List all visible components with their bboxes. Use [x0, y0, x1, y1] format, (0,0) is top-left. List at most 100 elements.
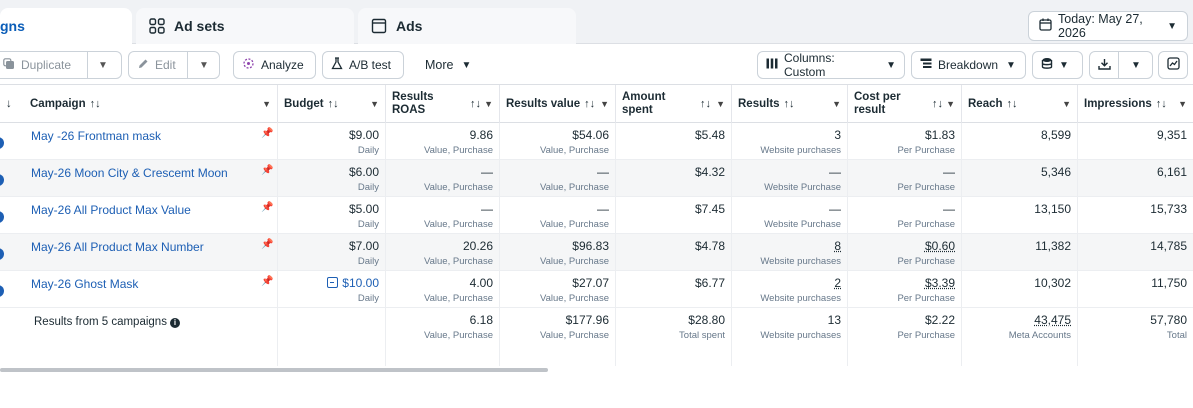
budget-cell[interactable]: $10.00 Daily	[278, 271, 386, 308]
pin-icon[interactable]: 📌	[261, 202, 273, 213]
value-cell: — Value, Purchase	[500, 160, 616, 197]
results-cell: — Website Purchase	[732, 197, 848, 234]
chart-toggle-button[interactable]	[1158, 51, 1188, 79]
duplicate-caret-icon[interactable]: ▼	[98, 60, 108, 71]
summary-reach-value[interactable]: 43,475	[968, 312, 1071, 328]
budget-value: $6.00	[348, 165, 379, 179]
calendar-icon	[1039, 18, 1052, 34]
columns-label: Columns: Custom	[784, 51, 835, 79]
cpr-value[interactable]: $0.60	[854, 238, 955, 254]
export-caret-icon[interactable]: ▼	[1131, 60, 1141, 71]
impressions-value: 15,733	[1150, 202, 1187, 216]
budget-cell[interactable]: $7.00 Daily	[278, 234, 386, 271]
info-icon[interactable]: i	[169, 318, 180, 328]
budget-cell[interactable]: $9.00 Daily	[278, 123, 386, 160]
header-amount-spent[interactable]: Amount spent ↑↓ ▼	[616, 85, 732, 123]
budget-sub: Daily	[357, 182, 379, 193]
campaign-name-cell: May-26 Ghost Mask 📌	[0, 271, 278, 308]
pin-icon[interactable]: 📌	[261, 128, 273, 139]
reports-button[interactable]: ▼	[1032, 51, 1083, 79]
duplicate-button[interactable]: Duplicate ▼	[0, 51, 122, 79]
cpr-value: —	[943, 202, 955, 216]
pin-icon[interactable]: 📌	[261, 239, 273, 250]
status-toggle[interactable]	[0, 137, 4, 149]
budget-cell[interactable]: $5.00 Daily	[278, 197, 386, 234]
budget-cell[interactable]: $6.00 Daily	[278, 160, 386, 197]
results-count[interactable]: 8	[738, 238, 841, 254]
results-count: —	[829, 165, 841, 179]
breakdown-button[interactable]: Breakdown ▼	[911, 51, 1026, 79]
header-cost-per-result[interactable]: Cost per result ↑↓ ▼	[848, 85, 962, 123]
header-impressions[interactable]: Impressions ↑↓ ▼	[1078, 85, 1193, 123]
header-status-sort[interactable]: ↓	[0, 85, 24, 123]
budget-value-link[interactable]: $10.00	[284, 275, 379, 291]
results-count[interactable]: 2	[738, 275, 841, 291]
spent-value: $4.32	[694, 165, 725, 179]
sort-icon: ↑↓	[1155, 97, 1167, 110]
cpr-sub: Per Purchase	[897, 256, 955, 267]
results-cell: 8 Website purchases	[732, 234, 848, 271]
reach-value: 13,150	[1034, 202, 1071, 216]
roas-sub: Value, Purchase	[423, 256, 493, 267]
budget-value: $7.00	[348, 239, 379, 253]
header-results-value-label: Results value	[506, 97, 581, 110]
campaign-name-link[interactable]: May-26 All Product Max Value	[31, 203, 191, 217]
budget-value: $9.00	[348, 128, 379, 142]
more-button[interactable]: More ▼	[413, 51, 483, 79]
reach-cell: 13,150	[962, 197, 1078, 234]
campaign-name-link[interactable]: May -26 Frontman mask	[31, 129, 161, 143]
roas-sub: Value, Purchase	[423, 182, 493, 193]
roas-cell: 20.26 Value, Purchase	[386, 234, 500, 271]
header-budget[interactable]: Budget ↑↓ ▼	[278, 85, 386, 123]
columns-icon	[766, 58, 778, 72]
pin-icon[interactable]: 📌	[261, 165, 273, 176]
toolbar: Duplicate ▼ Edit ▼ Analyze A/B test More…	[0, 46, 1193, 84]
tab-campaigns[interactable]: gns	[0, 8, 132, 44]
edit-caret-icon[interactable]: ▼	[199, 60, 209, 71]
table-row[interactable]: May -26 Frontman mask 📌 $9.00 Daily 9.86 V…	[0, 123, 1193, 160]
cpr-value[interactable]: $3.39	[854, 275, 955, 291]
table-row[interactable]: May-26 All Product Max Value 📌 $5.00 Dail…	[0, 197, 1193, 234]
caret-down-icon: ▼	[832, 98, 841, 109]
duplicate-label: Duplicate	[21, 58, 72, 72]
cpr-value: $1.83	[924, 128, 955, 142]
status-toggle[interactable]	[0, 211, 4, 223]
roas-sub: Value, Purchase	[423, 219, 493, 230]
ab-test-button[interactable]: A/B test	[322, 51, 404, 79]
campaign-name-link[interactable]: May-26 Ghost Mask	[31, 277, 138, 291]
summary-results-value-sub: Value, Purchase	[539, 330, 609, 341]
results-value-sub: Value, Purchase	[539, 256, 609, 267]
horizontal-scrollbar[interactable]	[0, 368, 548, 372]
status-toggle[interactable]	[0, 248, 4, 260]
header-cost-per-result-label: Cost per result	[854, 91, 901, 116]
table-row[interactable]: May-26 All Product Max Number 📌 $7.00 Dai…	[0, 234, 1193, 271]
campaign-name-link[interactable]: May-26 All Product Max Number	[31, 240, 204, 254]
header-reach[interactable]: Reach ↑↓ ▼	[962, 85, 1078, 123]
table-row[interactable]: May-26 Ghost Mask 📌 $10.00 Daily 4.00 Valu…	[0, 271, 1193, 308]
pin-icon[interactable]: 📌	[261, 276, 273, 287]
header-results-value[interactable]: Results value ↑↓ ▼	[500, 85, 616, 123]
header-campaign[interactable]: Campaign ↑↓ ▼	[24, 85, 278, 123]
header-campaign-label: Campaign	[30, 97, 86, 110]
reports-icon	[1041, 57, 1053, 73]
columns-button[interactable]: Columns: Custom ▼	[757, 51, 905, 79]
header-results[interactable]: Results ↑↓ ▼	[732, 85, 848, 123]
status-toggle[interactable]	[0, 174, 4, 186]
header-results-roas[interactable]: Results ROAS ↑↓ ▼	[386, 85, 500, 123]
tab-ads[interactable]: Ads	[358, 8, 576, 44]
date-range-button[interactable]: Today: May 27, 2026 ▼	[1028, 11, 1188, 41]
analyze-button[interactable]: Analyze	[233, 51, 316, 79]
edit-button[interactable]: Edit ▼	[128, 51, 220, 79]
ab-test-label: A/B test	[349, 58, 392, 72]
roas-cell: — Value, Purchase	[386, 160, 500, 197]
caret-down-icon: ▼	[1062, 98, 1071, 109]
tab-ad-sets[interactable]: Ad sets	[136, 8, 354, 44]
results-value: $54.06	[572, 128, 609, 142]
caret-down-icon: ▼	[1006, 59, 1016, 71]
export-button[interactable]: ▼	[1089, 51, 1153, 79]
grid-icon	[148, 17, 166, 35]
table-row[interactable]: May-26 Moon City & Crescemt Moon 📌 $6.00…	[0, 160, 1193, 197]
status-toggle[interactable]	[0, 285, 4, 297]
campaign-name-link[interactable]: May-26 Moon City & Crescemt Moon	[31, 166, 228, 180]
cpr-value: —	[943, 165, 955, 179]
